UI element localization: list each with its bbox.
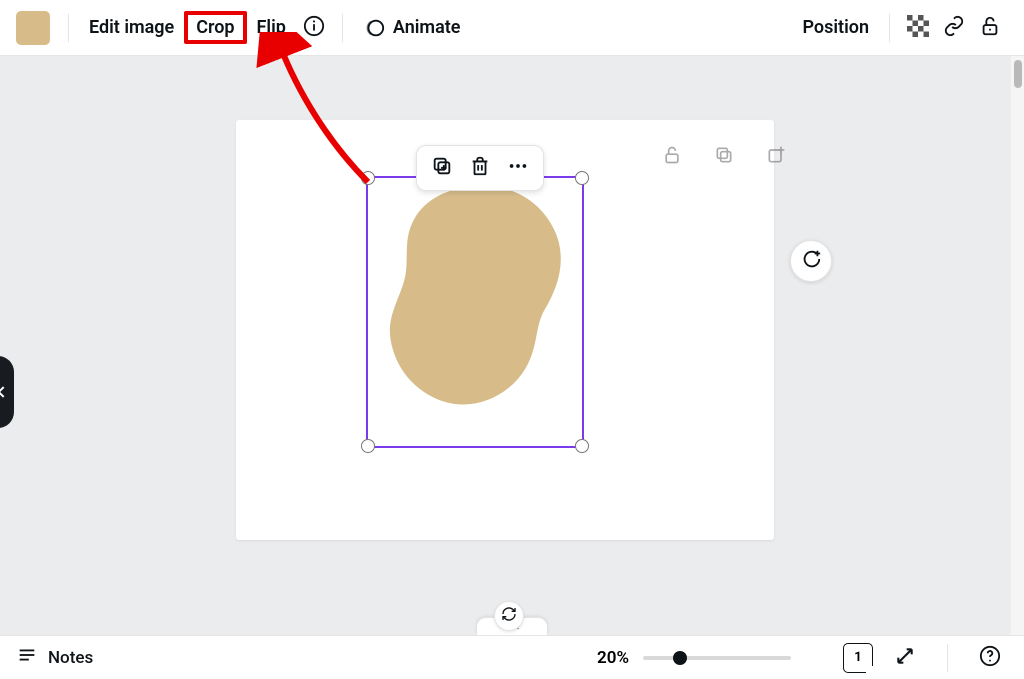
divider [68,14,69,42]
lock-open-icon [979,15,1001,41]
resize-handle-tr[interactable] [575,171,589,185]
crop-label: Crop [196,17,234,38]
divider [889,14,890,42]
help-button[interactable] [972,640,1008,676]
notes-label: Notes [48,648,93,668]
selection-box[interactable] [366,176,584,448]
scrollbar-thumb[interactable] [1014,60,1022,88]
transparency-button[interactable] [900,10,936,46]
comment-fab[interactable] [790,240,832,282]
divider [342,14,343,42]
info-button[interactable] [296,10,332,46]
lock-open-icon [662,145,682,169]
position-button[interactable]: Position [792,11,879,44]
context-toolbar [416,145,544,191]
divider [947,644,948,672]
top-toolbar: Edit image Crop Flip Animate Position [0,0,1024,56]
more-button[interactable] [502,152,534,184]
footer: Notes 20% 1 [0,635,1024,679]
edit-image-button[interactable]: Edit image [79,11,184,44]
flip-button[interactable]: Flip [247,11,296,44]
fullscreen-button[interactable] [887,640,923,676]
zoom-slider-thumb[interactable] [673,651,687,665]
transparency-icon [907,15,929,41]
page-duplicate-button[interactable] [706,139,742,175]
help-icon [979,645,1001,671]
position-label: Position [802,17,869,38]
zoom-slider[interactable] [643,656,791,660]
animate-icon [363,17,385,39]
sync-icon [501,606,517,626]
animate-label: Animate [393,17,461,38]
page-add-button[interactable] [758,139,794,175]
page-actions [654,139,794,175]
link-icon [943,15,965,41]
animate-button[interactable]: Animate [353,11,471,45]
resize-handle-bl[interactable] [361,439,375,453]
flip-label: Flip [257,17,286,38]
fullscreen-icon [895,646,915,670]
scrollbar[interactable] [1010,56,1024,635]
resize-handle-tl[interactable] [361,171,375,185]
crop-button[interactable]: Crop [184,11,246,44]
notes-button[interactable]: Notes [16,644,93,671]
expand-sidebar-pill[interactable] [0,356,14,428]
link-button[interactable] [936,10,972,46]
page-number: 1 [854,650,861,665]
resize-handle-br[interactable] [575,439,589,453]
color-swatch[interactable] [16,11,50,45]
zoom-control: 20% [597,648,791,668]
page-lock-button[interactable] [654,139,690,175]
duplicate-icon [431,155,453,181]
info-icon [303,15,325,41]
notes-icon [16,644,38,671]
trash-icon [469,155,491,181]
zoom-value[interactable]: 20% [597,648,629,668]
comment-icon [800,248,822,274]
delete-button[interactable] [464,152,496,184]
lock-button[interactable] [972,10,1008,46]
duplicate-button[interactable] [426,152,458,184]
duplicate-icon [714,145,734,169]
workspace: + Add page [0,56,1024,635]
add-page-icon [766,145,786,169]
page-indicator[interactable]: 1 [843,643,873,673]
more-icon [507,155,529,181]
sync-page-button[interactable] [494,601,524,631]
edit-image-label: Edit image [89,17,174,38]
